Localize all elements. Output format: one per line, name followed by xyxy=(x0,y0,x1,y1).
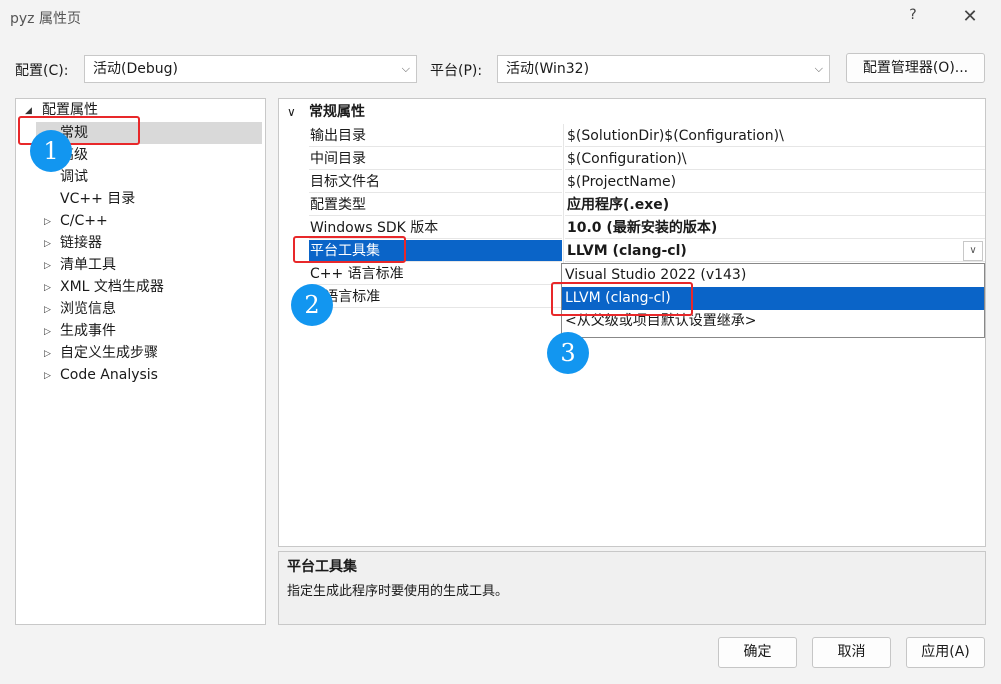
tree-item-manifest-tool[interactable]: ▷ 清单工具 xyxy=(16,254,265,276)
property-name: 目标文件名 xyxy=(309,171,562,193)
cancel-button[interactable]: 取消 xyxy=(812,637,891,668)
help-button[interactable]: ? xyxy=(903,7,923,27)
property-tree: ◢ 配置属性 常规 高级 调试 VC++ 目录 ▷ C/C++ ▷ 链接器 ▷ … xyxy=(15,98,266,625)
close-icon[interactable]: ✕ xyxy=(958,5,982,29)
property-row[interactable]: 输出目录 $(SolutionDir)$(Configuration)\ xyxy=(279,125,985,147)
tree-item-label: VC++ 目录 xyxy=(60,191,136,207)
property-name: C 语言标准 xyxy=(309,286,562,308)
collapsed-arrow-icon[interactable]: ▷ xyxy=(44,233,51,255)
tree-item-label: 自定义生成步骤 xyxy=(60,345,158,361)
tree-item-label: 生成事件 xyxy=(60,323,116,339)
tree-item-label: 浏览信息 xyxy=(60,301,116,317)
collapsed-arrow-icon[interactable]: ▷ xyxy=(44,343,51,365)
property-row[interactable]: 配置类型 应用程序(.exe) xyxy=(279,194,985,216)
config-manager-button[interactable]: 配置管理器(O)... xyxy=(846,53,985,83)
property-name: C++ 语言标准 xyxy=(309,263,562,285)
tree-item-build-events[interactable]: ▷ 生成事件 xyxy=(16,320,265,342)
section-title: 常规属性 xyxy=(309,104,365,120)
config-combo[interactable]: 活动(Debug) ⌵ xyxy=(84,55,417,83)
step-badge-2: 2 xyxy=(291,284,333,326)
property-value[interactable]: 应用程序(.exe) xyxy=(565,194,985,216)
tree-item-cpp[interactable]: ▷ C/C++ xyxy=(16,210,265,232)
apply-button[interactable]: 应用(A) xyxy=(906,637,985,668)
collapsed-arrow-icon[interactable]: ▷ xyxy=(44,255,51,277)
tree-item-label: 链接器 xyxy=(60,235,102,251)
description-title: 平台工具集 xyxy=(287,559,357,575)
property-value[interactable]: $(ProjectName) xyxy=(565,171,985,193)
highlight-box-toolset xyxy=(293,236,406,263)
chevron-down-icon: ⌵ xyxy=(401,62,410,75)
tree-item-label: C/C++ xyxy=(60,213,108,229)
highlight-box-llvm xyxy=(551,282,693,316)
tree-item-label: 清单工具 xyxy=(60,257,116,273)
tree-item-label: 调试 xyxy=(60,169,88,185)
collapsed-arrow-icon[interactable]: ▷ xyxy=(44,277,51,299)
tree-item-vc-directories[interactable]: VC++ 目录 xyxy=(16,188,265,210)
description-panel: 平台工具集 指定生成此程序时要使用的生成工具。 xyxy=(278,551,986,625)
config-value: 活动(Debug) xyxy=(93,61,178,77)
step-badge-3: 3 xyxy=(547,332,589,374)
collapsed-arrow-icon[interactable]: ▷ xyxy=(44,299,51,321)
window-title: pyz 属性页 xyxy=(10,11,81,27)
platform-value: 活动(Win32) xyxy=(506,61,590,77)
ok-button[interactable]: 确定 xyxy=(718,637,797,668)
property-value[interactable]: LLVM (clang-cl) xyxy=(565,240,985,262)
dropdown-arrow-icon[interactable]: ∨ xyxy=(963,241,983,261)
description-text: 指定生成此程序时要使用的生成工具。 xyxy=(287,584,509,599)
collapsed-arrow-icon[interactable]: ▷ xyxy=(44,211,51,233)
collapsed-arrow-icon[interactable]: ▷ xyxy=(44,365,51,387)
collapsed-arrow-icon[interactable]: ▷ xyxy=(44,321,51,343)
config-label: 配置(C): xyxy=(15,63,69,79)
platform-label: 平台(P): xyxy=(430,63,483,79)
tree-item-label: XML 文档生成器 xyxy=(60,279,164,295)
property-name: 中间目录 xyxy=(309,148,562,170)
property-name: 配置类型 xyxy=(309,194,562,216)
property-value[interactable]: 10.0 (最新安装的版本) xyxy=(565,217,985,239)
tree-item-xml-doc[interactable]: ▷ XML 文档生成器 xyxy=(16,276,265,298)
property-name: 输出目录 xyxy=(309,125,562,147)
section-header[interactable]: ∨ 常规属性 xyxy=(279,101,985,123)
tree-item-custom-build[interactable]: ▷ 自定义生成步骤 xyxy=(16,342,265,364)
chevron-down-icon: ⌵ xyxy=(814,62,823,75)
tree-item-linker[interactable]: ▷ 链接器 xyxy=(16,232,265,254)
chevron-down-icon[interactable]: ∨ xyxy=(287,101,296,123)
tree-item-code-analysis[interactable]: ▷ Code Analysis xyxy=(16,364,265,386)
property-value[interactable]: $(SolutionDir)$(Configuration)\ xyxy=(565,125,985,147)
step-badge-1: 1 xyxy=(30,130,72,172)
property-row[interactable]: 目标文件名 $(ProjectName) xyxy=(279,171,985,193)
property-value[interactable]: $(Configuration)\ xyxy=(565,148,985,170)
platform-combo[interactable]: 活动(Win32) ⌵ xyxy=(497,55,830,83)
tree-item-browse-info[interactable]: ▷ 浏览信息 xyxy=(16,298,265,320)
property-row[interactable]: 中间目录 $(Configuration)\ xyxy=(279,148,985,170)
tree-item-label: Code Analysis xyxy=(60,367,158,383)
